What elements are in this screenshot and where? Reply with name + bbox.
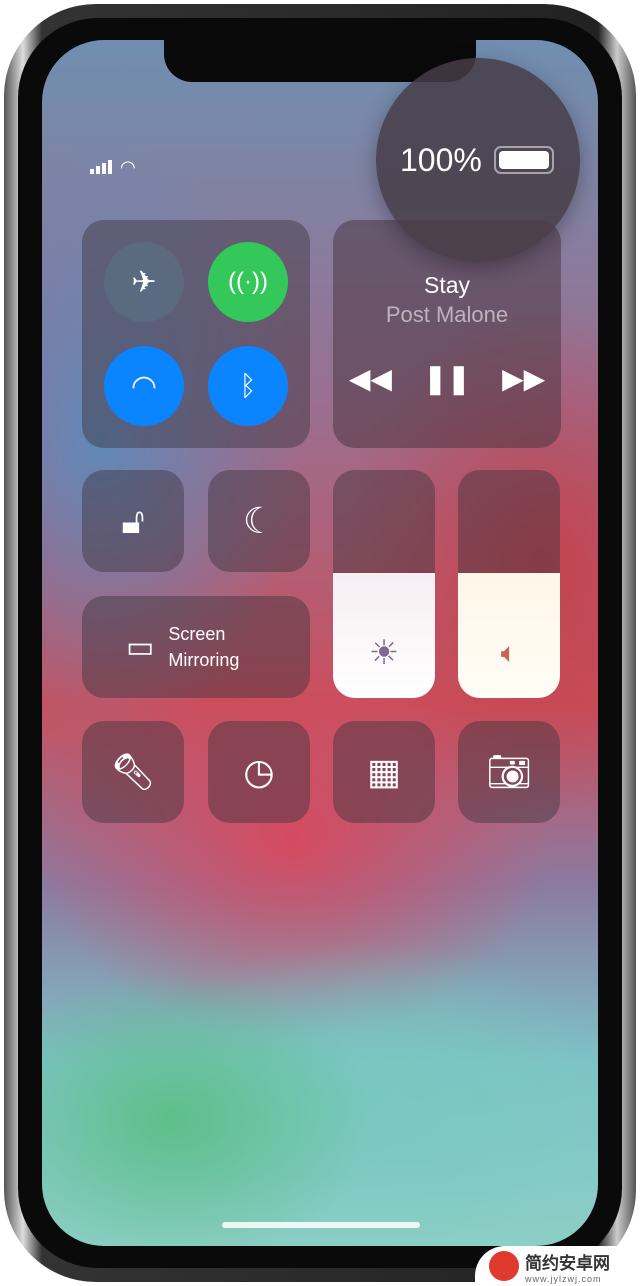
antenna-icon: ((·)) — [228, 268, 268, 295]
do-not-disturb-button[interactable]: ☾ — [208, 470, 310, 572]
screen-mirroring-button[interactable]: ▭ Screen Mirroring — [82, 596, 310, 698]
home-indicator[interactable] — [222, 1222, 420, 1228]
bluetooth-toggle[interactable]: ᛒ — [208, 346, 288, 426]
song-title: Stay — [423, 272, 471, 298]
camera-button[interactable]: 📷︎ — [458, 721, 560, 823]
camera-icon: 📷︎ — [486, 751, 532, 792]
sun-icon: ☀ — [368, 634, 400, 672]
moon-icon: ☾ — [242, 500, 276, 541]
watermark-logo: 简约安卓网 www.jylzwj.com — [475, 1246, 640, 1286]
battery-icon — [494, 146, 554, 174]
brightness-slider[interactable]: ☀ — [333, 470, 435, 698]
status-magnifier: 100% — [376, 58, 580, 262]
wifi-icon: ◠ — [130, 369, 158, 403]
airplane-mode-toggle[interactable]: ✈ — [104, 242, 184, 322]
battery-percentage: 100% — [400, 142, 482, 178]
flashlight-button[interactable]: 🔦︎ — [82, 721, 184, 823]
calculator-button[interactable]: ▦ — [333, 721, 435, 823]
rotation-lock-icon: 🔓︎ — [121, 499, 145, 541]
fast-forward-button[interactable]: ▶▶ — [502, 362, 545, 395]
watermark-name: 简约安卓网 — [525, 1253, 610, 1273]
android-house-icon — [489, 1251, 519, 1281]
connectivity-panel: ✈ ((·)) ◠ ᛒ — [82, 220, 310, 448]
screen-mirroring-line1: Screen — [168, 624, 226, 644]
calculator-icon: ▦ — [366, 751, 401, 792]
volume-slider[interactable]: 🔈︎ — [458, 470, 560, 698]
wifi-icon: ◠ — [120, 157, 136, 177]
speaker-icon: 🔈︎ — [500, 637, 518, 668]
watermark-url: www.jylzwj.com — [525, 1273, 602, 1284]
cellular-data-toggle[interactable]: ((·)) — [208, 242, 288, 322]
pause-button[interactable]: ❚❚ — [424, 362, 471, 395]
rewind-button[interactable]: ◀◀ — [349, 362, 392, 395]
artist-name: Post Malone — [385, 302, 509, 327]
timer-button[interactable]: ◷ — [208, 721, 310, 823]
flashlight-icon: 🔦︎ — [110, 751, 156, 792]
bluetooth-icon: ᛒ — [239, 370, 257, 401]
wifi-toggle[interactable]: ◠ — [104, 346, 184, 426]
airplay-icon: ▭ — [126, 630, 155, 664]
airplane-icon: ✈ — [131, 265, 157, 299]
status-left: ◠ — [90, 157, 136, 177]
cellular-signal-icon — [90, 160, 112, 174]
screen-mirroring-line2: Mirroring — [168, 650, 240, 670]
timer-icon: ◷ — [243, 751, 275, 792]
rotation-lock-button[interactable]: 🔓︎ — [82, 470, 184, 572]
volume-fill — [458, 572, 560, 698]
